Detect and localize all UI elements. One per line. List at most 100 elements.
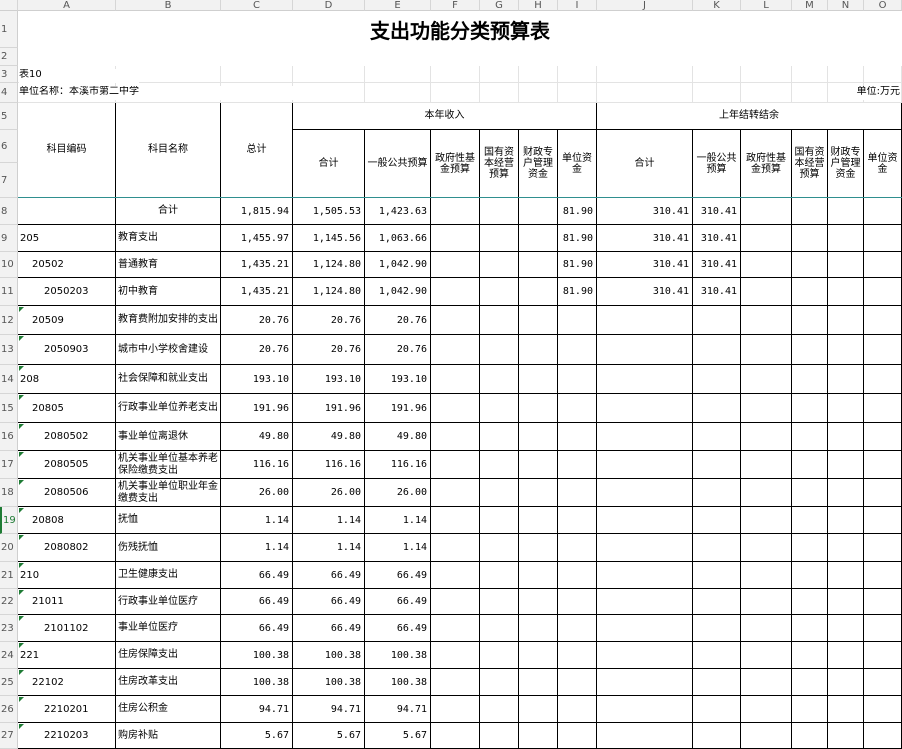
amount-cell[interactable] <box>828 335 864 365</box>
amount-cell[interactable]: 1,455.97 <box>221 225 293 252</box>
column-header-M[interactable]: M <box>792 0 828 11</box>
cell[interactable] <box>480 83 519 103</box>
amount-cell[interactable]: 310.41 <box>597 252 693 278</box>
subject-name-cell[interactable]: 事业单位离退休 <box>116 423 221 451</box>
amount-cell[interactable]: 100.38 <box>293 642 365 669</box>
amount-cell[interactable] <box>693 507 741 534</box>
row-header-10[interactable]: 10 <box>0 252 18 278</box>
amount-cell[interactable] <box>519 534 558 562</box>
row-header-23[interactable]: 23 <box>0 615 18 642</box>
row-header-14[interactable]: 14 <box>0 365 18 394</box>
subject-code-cell[interactable]: 20805 <box>18 394 116 423</box>
amount-cell[interactable] <box>431 306 480 335</box>
amount-cell[interactable] <box>792 642 828 669</box>
cell[interactable] <box>519 83 558 103</box>
amount-cell[interactable]: 5.67 <box>365 723 431 749</box>
row-header-26[interactable]: 26 <box>0 696 18 723</box>
amount-cell[interactable] <box>558 615 597 642</box>
amount-cell[interactable]: 191.96 <box>293 394 365 423</box>
row-header-3[interactable]: 3 <box>0 66 18 83</box>
cell[interactable] <box>519 66 558 83</box>
row-header-13[interactable]: 13 <box>0 335 18 365</box>
amount-cell[interactable]: 1.14 <box>221 534 293 562</box>
column-header-K[interactable]: K <box>693 0 741 11</box>
row-header-8[interactable]: 8 <box>0 198 18 225</box>
amount-cell[interactable] <box>741 394 792 423</box>
cell[interactable] <box>693 66 741 83</box>
amount-cell[interactable]: 20.76 <box>365 306 431 335</box>
amount-cell[interactable]: 81.90 <box>558 198 597 225</box>
amount-cell[interactable] <box>558 696 597 723</box>
amount-cell[interactable] <box>519 451 558 479</box>
amount-cell[interactable]: 100.38 <box>365 669 431 696</box>
amount-cell[interactable] <box>693 589 741 615</box>
amount-cell[interactable] <box>792 451 828 479</box>
amount-cell[interactable]: 94.71 <box>365 696 431 723</box>
column-header-G[interactable]: G <box>480 0 519 11</box>
amount-cell[interactable] <box>431 252 480 278</box>
amount-cell[interactable] <box>741 723 792 749</box>
amount-cell[interactable]: 310.41 <box>597 198 693 225</box>
amount-cell[interactable] <box>519 365 558 394</box>
amount-cell[interactable]: 94.71 <box>293 696 365 723</box>
amount-cell[interactable]: 66.49 <box>365 615 431 642</box>
amount-cell[interactable] <box>693 306 741 335</box>
amount-cell[interactable] <box>558 562 597 589</box>
amount-cell[interactable] <box>792 589 828 615</box>
amount-cell[interactable] <box>519 696 558 723</box>
amount-cell[interactable]: 20.76 <box>221 335 293 365</box>
column-header-O[interactable]: O <box>864 0 902 11</box>
amount-cell[interactable] <box>864 278 902 306</box>
amount-cell[interactable] <box>597 696 693 723</box>
amount-cell[interactable] <box>741 306 792 335</box>
subject-name-cell[interactable]: 住房公积金 <box>116 696 221 723</box>
amount-cell[interactable]: 1,145.56 <box>293 225 365 252</box>
amount-cell[interactable] <box>558 451 597 479</box>
subject-name-cell[interactable]: 住房保障支出 <box>116 642 221 669</box>
amount-cell[interactable]: 20.76 <box>293 335 365 365</box>
amount-cell[interactable] <box>431 225 480 252</box>
amount-cell[interactable] <box>792 534 828 562</box>
amount-cell[interactable] <box>480 335 519 365</box>
amount-cell[interactable] <box>693 479 741 507</box>
row-header-17[interactable]: 17 <box>0 451 18 479</box>
amount-cell[interactable] <box>792 225 828 252</box>
amount-cell[interactable] <box>828 225 864 252</box>
amount-cell[interactable]: 191.96 <box>221 394 293 423</box>
amount-cell[interactable] <box>864 252 902 278</box>
amount-cell[interactable]: 193.10 <box>221 365 293 394</box>
amount-cell[interactable] <box>741 365 792 394</box>
amount-cell[interactable] <box>693 423 741 451</box>
amount-cell[interactable] <box>792 198 828 225</box>
amount-cell[interactable]: 191.96 <box>365 394 431 423</box>
amount-cell[interactable] <box>693 642 741 669</box>
amount-cell[interactable] <box>597 479 693 507</box>
amount-cell[interactable] <box>597 306 693 335</box>
amount-cell[interactable]: 1.14 <box>293 507 365 534</box>
amount-cell[interactable] <box>741 451 792 479</box>
amount-cell[interactable] <box>792 278 828 306</box>
cell[interactable] <box>864 66 902 83</box>
amount-cell[interactable] <box>431 335 480 365</box>
amount-cell[interactable] <box>741 669 792 696</box>
amount-cell[interactable] <box>828 723 864 749</box>
row-header-24[interactable]: 24 <box>0 642 18 669</box>
amount-cell[interactable]: 100.38 <box>365 642 431 669</box>
amount-cell[interactable]: 1,435.21 <box>221 278 293 306</box>
amount-cell[interactable] <box>519 306 558 335</box>
amount-cell[interactable] <box>828 198 864 225</box>
amount-cell[interactable] <box>864 479 902 507</box>
column-header-I[interactable]: I <box>558 0 597 11</box>
amount-cell[interactable] <box>597 365 693 394</box>
amount-cell[interactable] <box>480 534 519 562</box>
amount-cell[interactable] <box>864 365 902 394</box>
amount-cell[interactable] <box>431 562 480 589</box>
column-header-F[interactable]: F <box>431 0 480 11</box>
amount-cell[interactable] <box>864 723 902 749</box>
amount-cell[interactable] <box>558 669 597 696</box>
amount-cell[interactable] <box>519 615 558 642</box>
amount-cell[interactable] <box>431 696 480 723</box>
subject-code-cell[interactable] <box>18 198 116 225</box>
cell[interactable] <box>431 83 480 103</box>
amount-cell[interactable] <box>597 615 693 642</box>
